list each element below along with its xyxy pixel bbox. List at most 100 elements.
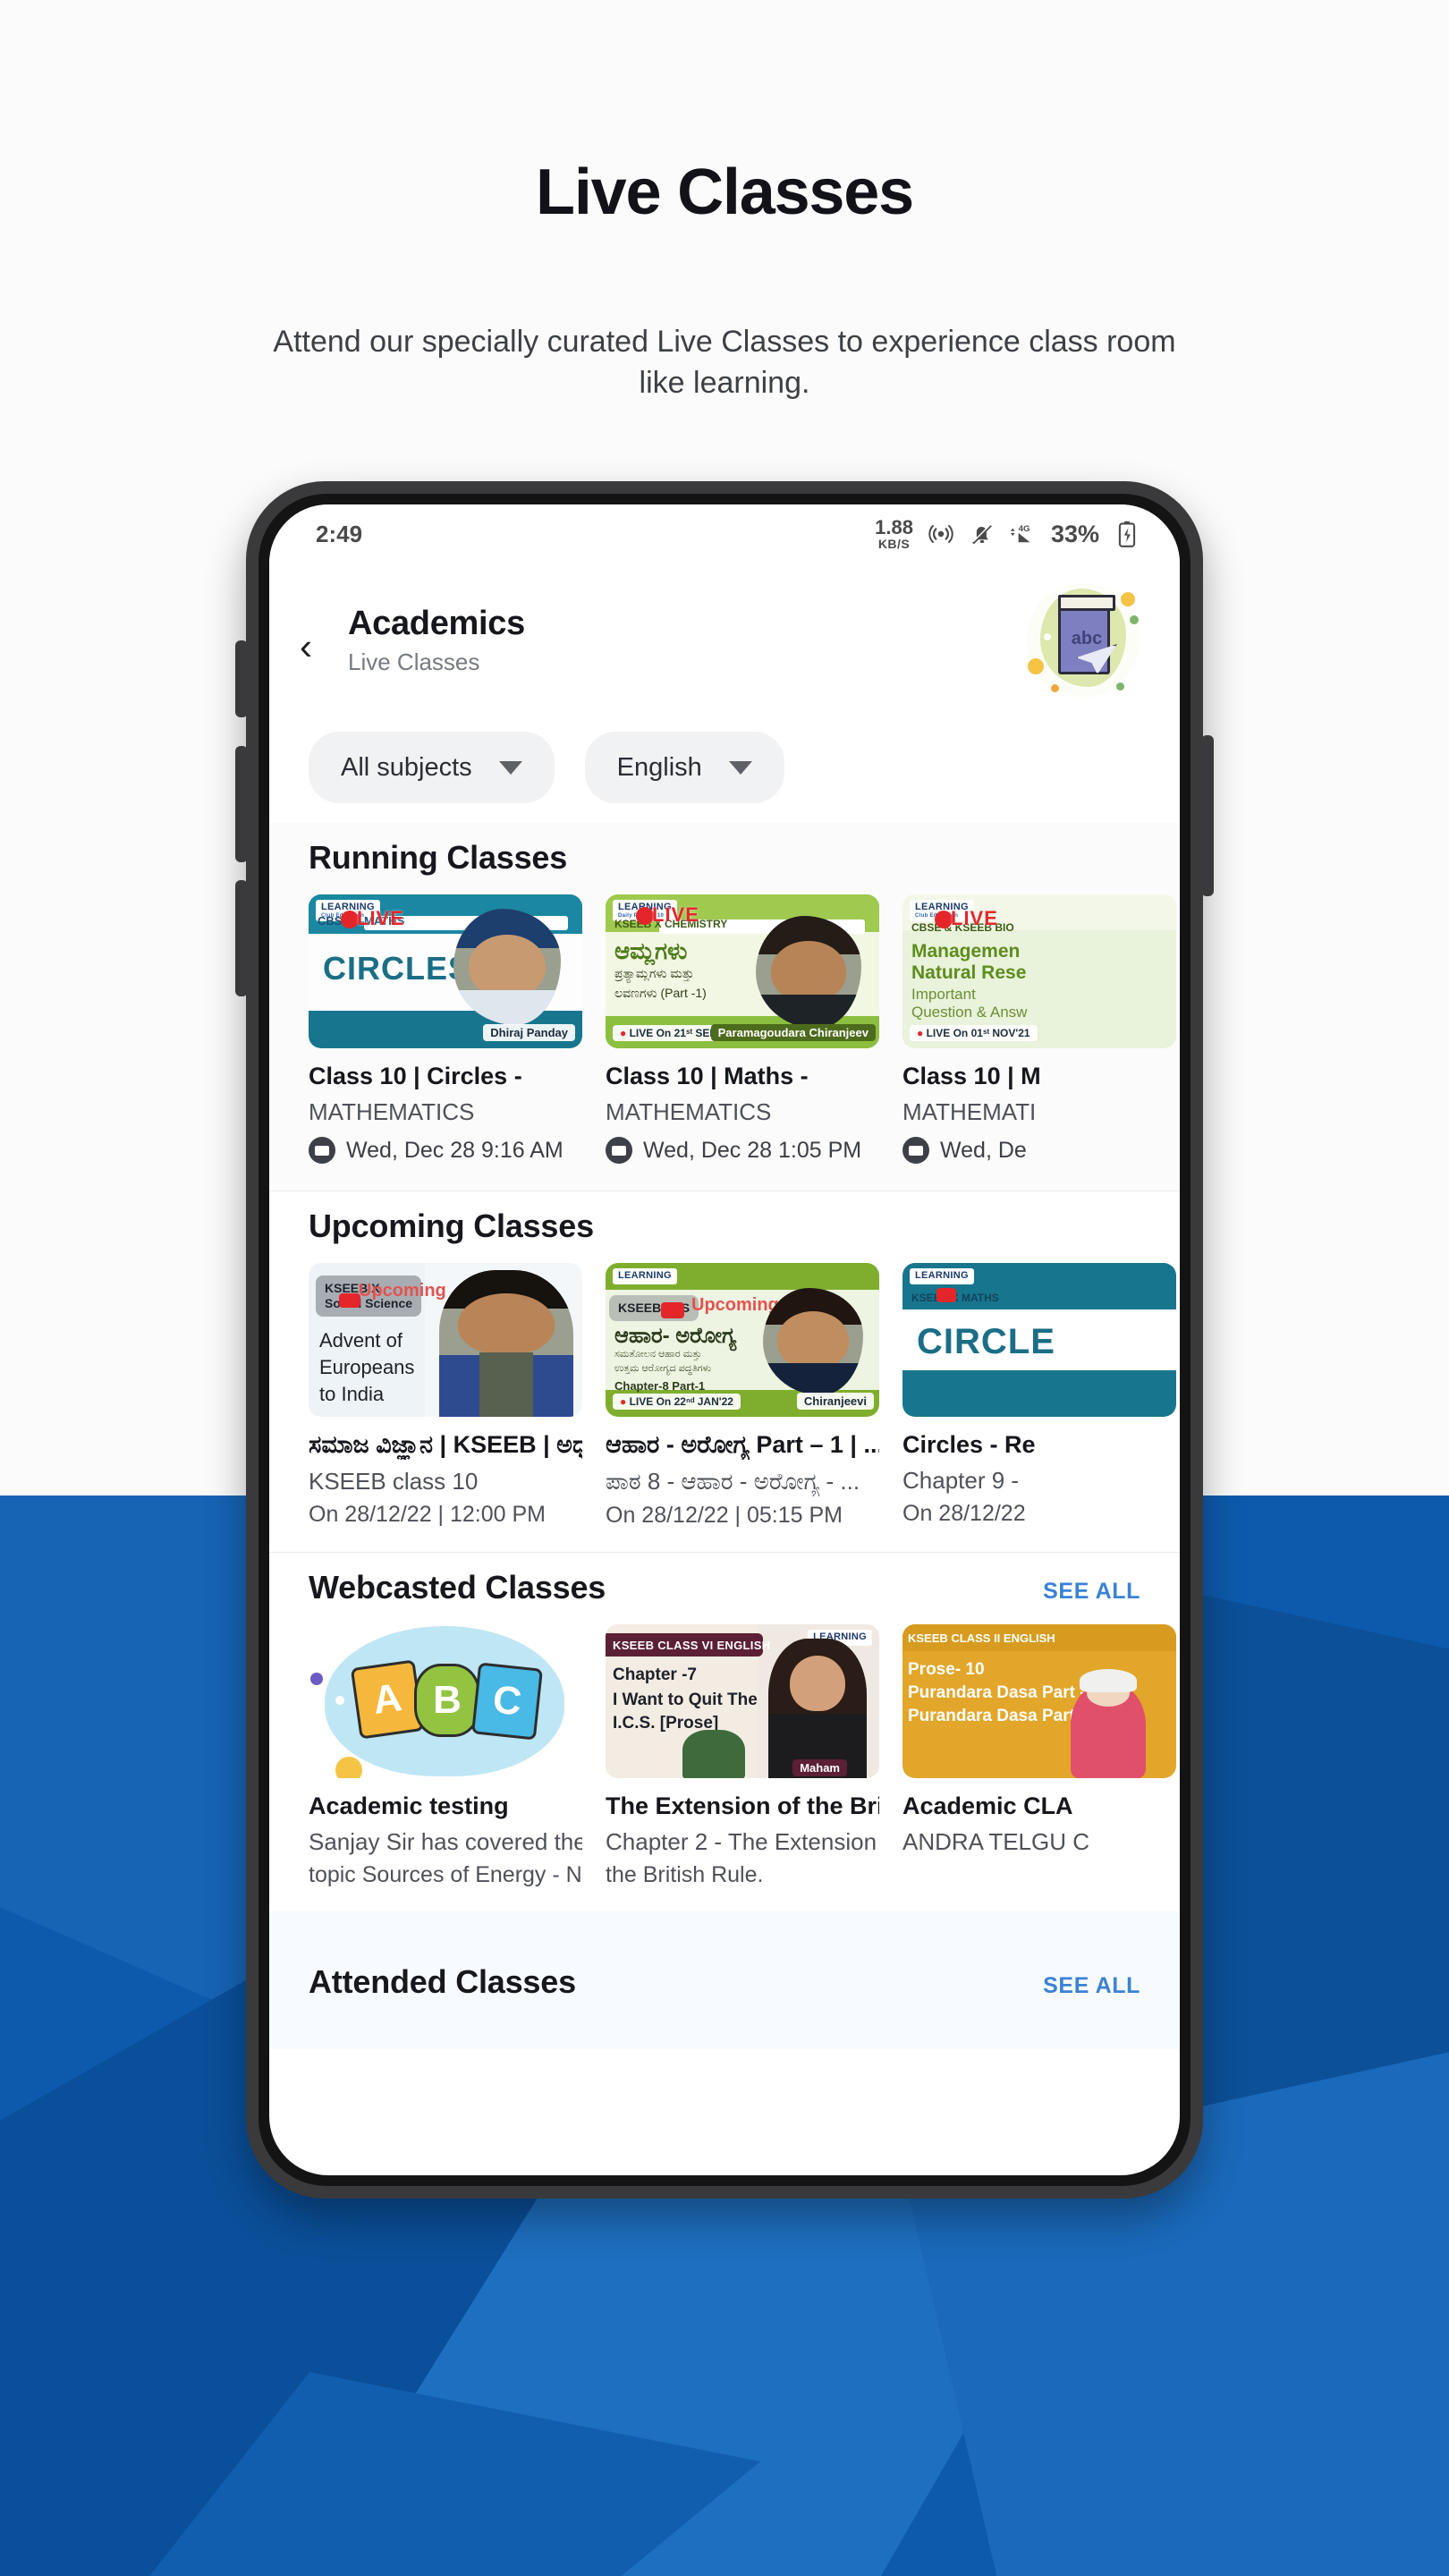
class-card[interactable]: LEARNING Daily Planet - 10 KSEEB X CHEMI… bbox=[606, 894, 879, 1164]
letter-tile: A bbox=[350, 1659, 425, 1740]
hotspot-icon bbox=[928, 525, 953, 543]
class-card[interactable]: KSEEB X Social Science Upcoming Advent o… bbox=[309, 1263, 582, 1529]
battery-charging-icon bbox=[1118, 521, 1136, 547]
svg-text:4G: 4G bbox=[1019, 524, 1030, 534]
section-header: Running Classes bbox=[269, 823, 1180, 894]
header-subtitle: Live Classes bbox=[348, 648, 480, 675]
thumb-banner: KSEEB CLASS II ENGLISH bbox=[908, 1631, 1055, 1645]
thumb-headline: ಆಹಾರ- ಅರೋಗ್ಯ bbox=[614, 1324, 737, 1348]
class-description-line-1: Chapter 2 - The Extension of bbox=[606, 1828, 879, 1855]
class-subject: MATHEMATI bbox=[902, 1098, 1037, 1125]
live-on-chip: ● LIVE On 22ⁿᵈ JAN'22 bbox=[613, 1394, 741, 1410]
phone-button-volume-down[interactable] bbox=[235, 880, 248, 996]
live-tag: LIVE bbox=[357, 907, 404, 929]
page-subtitle: Attend our specially curated Live Classe… bbox=[273, 325, 1176, 400]
class-title: The Extension of the British … bbox=[606, 1792, 879, 1819]
class-thumbnail: A B C bbox=[309, 1624, 582, 1778]
class-thumbnail: LEARNING KSEEB EVS Upcoming ಆಹಾರ- ಅರೋಗ್ಯ… bbox=[606, 1263, 879, 1417]
class-card[interactable]: LEARNING Club Education CBSE X MATHS LIV… bbox=[309, 894, 582, 1164]
status-bar: 2:49 1.88 KB/S 4G 33% bbox=[269, 504, 1180, 564]
webcasted-classes-rail[interactable]: A B C Academic testing Sanjay Sir has co… bbox=[269, 1624, 1180, 1888]
letter-tile: C bbox=[471, 1662, 543, 1741]
class-card[interactable]: KSEEB CLASS VI ENGLISH Chapter -7 I Want… bbox=[606, 1624, 879, 1888]
section-title: Running Classes bbox=[309, 839, 568, 876]
class-card[interactable]: LEARNING KSEEB X MATHS CIRCLE Circles - … bbox=[902, 1263, 1176, 1529]
filter-language-dropdown[interactable]: English bbox=[584, 732, 784, 803]
presenter-photo bbox=[756, 916, 861, 1029]
class-time: On 28/12/22 bbox=[902, 1501, 1026, 1526]
class-thumbnail: LEARNING KSEEB X MATHS CIRCLE bbox=[902, 1263, 1176, 1417]
section-webcasted-classes: Webcasted Classes SEE ALL A B C Academic… bbox=[269, 1553, 1180, 1911]
section-header: Webcasted Classes SEE ALL bbox=[269, 1553, 1180, 1624]
class-thumbnail: KSEEB CLASS VI ENGLISH Chapter -7 I Want… bbox=[606, 1624, 879, 1778]
class-description-line-2: topic Sources of Energy - No… bbox=[309, 1862, 582, 1887]
upcoming-classes-rail[interactable]: KSEEB X Social Science Upcoming Advent o… bbox=[269, 1263, 1180, 1529]
phone-button-power[interactable] bbox=[1201, 735, 1214, 896]
status-bar-indicators: 1.88 KB/S 4G 33% bbox=[875, 518, 1140, 550]
section-title: Webcasted Classes bbox=[309, 1569, 606, 1606]
see-all-link[interactable]: SEE ALL bbox=[1043, 1973, 1140, 1999]
class-time: Wed, Dec 28 9:16 AM bbox=[309, 1137, 582, 1164]
class-title: Circles - Re bbox=[902, 1431, 1036, 1458]
class-thumbnail: KSEEB CLASS II ENGLISH Prose- 10 Puranda… bbox=[902, 1624, 1176, 1778]
app-header: ‹ Academics Live Classes abc bbox=[269, 564, 1180, 721]
class-title: ಆಹಾರ - ಅರೋಗ್ಯ Part – 1 | ... bbox=[606, 1431, 879, 1458]
class-title: ಸಮಾಜ ವಿಜ್ಞಾನ | KSEEB | ಅಧ್ಯಾ... bbox=[309, 1431, 582, 1458]
thumb-headline: ಆಮ್ಲಗಳು bbox=[614, 937, 688, 964]
class-card[interactable]: A B C Academic testing Sanjay Sir has co… bbox=[309, 1624, 582, 1888]
signal-4g-icon: 4G bbox=[1010, 524, 1030, 543]
thumb-banner: KSEEB CLASS VI ENGLISH bbox=[613, 1639, 771, 1652]
section-upcoming-classes: Upcoming Classes KSEEB X Social Science … bbox=[269, 1191, 1180, 1552]
class-card[interactable]: LEARNING KSEEB EVS Upcoming ಆಹಾರ- ಅರೋಗ್ಯ… bbox=[606, 1263, 879, 1529]
class-title: Class 10 | Circles - bbox=[309, 1063, 522, 1089]
phone-button-volume-up[interactable] bbox=[235, 746, 248, 862]
class-title: Class 10 | M bbox=[902, 1063, 1041, 1089]
thumb-headline: Managemen bbox=[911, 941, 1021, 962]
class-time: On 28/12/22 | 05:15 PM bbox=[606, 1503, 843, 1528]
status-bar-time: 2:49 bbox=[316, 520, 363, 547]
page-title: Live Classes bbox=[536, 157, 914, 228]
live-tag: LIVE bbox=[951, 907, 998, 929]
presenter-photo bbox=[768, 1639, 867, 1778]
class-subject: KSEEB class 10 bbox=[309, 1468, 479, 1495]
video-camera-icon bbox=[606, 1137, 632, 1164]
presenter-name: Maham bbox=[792, 1759, 847, 1776]
class-thumbnail: KSEEB X Social Science Upcoming Advent o… bbox=[309, 1263, 582, 1417]
thumb-headline: CIRCLE bbox=[917, 1322, 1055, 1361]
battery-percent: 33% bbox=[1050, 520, 1099, 547]
presenter-name: Dhiraj Panday bbox=[483, 1024, 575, 1041]
thumb-headline: Advent of bbox=[319, 1329, 402, 1352]
video-camera-icon bbox=[902, 1137, 929, 1164]
filter-subject-dropdown[interactable]: All subjects bbox=[309, 732, 555, 803]
header-title: Academics bbox=[348, 605, 525, 642]
back-chevron-left-icon[interactable]: ‹ bbox=[300, 628, 335, 665]
see-all-link[interactable]: SEE ALL bbox=[1043, 1579, 1140, 1605]
letter-tile: B bbox=[414, 1664, 480, 1737]
class-subject: ಪಾಠ 8 - ಆಹಾರ - ಅರೋಗ್ಯ - ... bbox=[606, 1468, 860, 1495]
brand-label: LEARNING bbox=[910, 1268, 974, 1284]
filter-subject-label: All subjects bbox=[341, 752, 472, 782]
running-classes-rail[interactable]: LEARNING Club Education CBSE X MATHS LIV… bbox=[269, 894, 1180, 1164]
live-on-chip: ● LIVE On 01ˢᵗ NOV'21 bbox=[910, 1025, 1038, 1041]
phone-button-left-1[interactable] bbox=[235, 640, 248, 717]
class-thumbnail: LEARNING Daily Planet - 10 KSEEB X CHEMI… bbox=[606, 894, 879, 1048]
live-tag: LIVE bbox=[652, 903, 699, 926]
presenter-photo bbox=[763, 1288, 863, 1395]
presenter-name: Paramagoudara Chiranjeev bbox=[710, 1024, 876, 1041]
brand-label: LEARNING bbox=[613, 1268, 677, 1284]
class-card[interactable]: KSEEB CLASS II ENGLISH Prose- 10 Puranda… bbox=[902, 1624, 1176, 1888]
thumb-headline: Prose- 10 bbox=[908, 1660, 985, 1679]
header-text-block: Academics Live Classes bbox=[348, 605, 525, 676]
class-subject: Chapter 9 - bbox=[902, 1467, 1020, 1494]
class-title: Class 10 | Maths - bbox=[606, 1063, 809, 1089]
presenter-photo bbox=[439, 1270, 573, 1417]
class-time: Wed, Dec 28 1:05 PM bbox=[606, 1137, 879, 1164]
filter-bar: All subjects English bbox=[269, 721, 1180, 823]
section-running-classes: Running Classes LEARNING Club Education bbox=[269, 823, 1180, 1191]
phone-bezel: 2:49 1.88 KB/S 4G 33% ‹ Academics Live C… bbox=[258, 494, 1191, 2186]
section-title: Upcoming Classes bbox=[309, 1208, 594, 1244]
thumb-headline: Chapter -7 bbox=[613, 1665, 697, 1684]
class-card[interactable]: LEARNING Club Education CBSE & KSEEB BIO… bbox=[902, 894, 1176, 1164]
filter-language-label: English bbox=[616, 752, 702, 782]
netaji-illustration bbox=[682, 1730, 745, 1778]
